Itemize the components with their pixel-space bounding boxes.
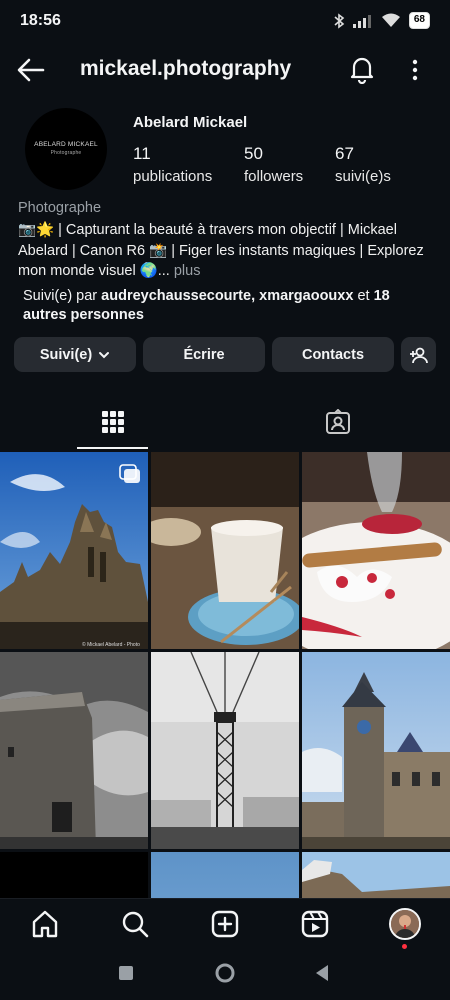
- stat-value: 50: [244, 144, 263, 163]
- message-button[interactable]: Écrire: [143, 337, 265, 372]
- following-button[interactable]: Suivi(e): [14, 337, 136, 372]
- post-image-tower: [0, 652, 148, 849]
- tab-tagged[interactable]: [225, 396, 450, 448]
- posts-grid: © Mickael Abelard - Photo: [0, 452, 450, 898]
- contacts-button[interactable]: Contacts: [272, 337, 394, 372]
- stat-value: 67: [335, 144, 354, 163]
- profile-avatar[interactable]: ABELARD MICKAEL Photographe: [25, 108, 107, 190]
- more-options-icon[interactable]: [405, 56, 425, 84]
- suggest-people-button[interactable]: [401, 337, 436, 372]
- recents-icon[interactable]: [118, 965, 134, 981]
- stat-label: publications: [133, 168, 213, 185]
- post-tile[interactable]: [0, 852, 148, 898]
- post-tile[interactable]: [151, 852, 299, 898]
- bluetooth-icon: [334, 12, 345, 29]
- stat-label: suivi(e)s: [335, 168, 391, 185]
- profile-bio: 📷🌟 | Capturant la beauté à travers mon o…: [18, 220, 428, 282]
- bio-text: 📷🌟 | Capturant la beauté à travers mon o…: [18, 222, 424, 279]
- post-image-latte: [151, 452, 299, 649]
- wifi-icon: [381, 13, 400, 27]
- profile-avatar[interactable]: [389, 908, 421, 940]
- home-button-icon[interactable]: [214, 962, 236, 984]
- signal-icon: [352, 14, 371, 28]
- post-image-bridge: [151, 652, 299, 849]
- stat-publications[interactable]: 11 publications: [133, 144, 212, 185]
- post-image-clock-tower: [302, 652, 450, 849]
- stat-label: followers: [244, 168, 304, 185]
- post-tile[interactable]: [151, 652, 299, 849]
- post-tile[interactable]: [302, 652, 450, 849]
- search-icon[interactable]: [120, 909, 150, 939]
- home-icon[interactable]: [30, 909, 60, 939]
- post-tile[interactable]: [302, 452, 450, 649]
- notification-bell-icon[interactable]: [347, 54, 377, 84]
- add-person-icon: [409, 347, 428, 363]
- stat-value: 11: [133, 144, 151, 163]
- back-button-icon[interactable]: [314, 964, 330, 982]
- svg-text:© Mickael Abelard - Photo: © Mickael Abelard - Photo: [82, 641, 140, 648]
- system-navigation-bar: [0, 950, 450, 1000]
- profile-username: mickael.photography: [80, 57, 292, 80]
- stat-following[interactable]: 67 suivi(e)s: [335, 144, 391, 185]
- profile-category: Photographe: [18, 200, 102, 216]
- post-tile[interactable]: [302, 852, 450, 898]
- tab-active-indicator: [77, 447, 148, 449]
- status-bar: 18:56 68: [0, 0, 450, 44]
- post-tile[interactable]: [151, 452, 299, 649]
- reels-icon[interactable]: [300, 909, 330, 939]
- status-icons: 68: [333, 12, 430, 29]
- bio-more-link[interactable]: plus: [170, 263, 201, 279]
- status-time: 18:56: [20, 12, 61, 29]
- battery-indicator: 68: [408, 12, 430, 29]
- post-image-cathedral: © Mickael Abelard - Photo: [0, 452, 148, 649]
- profile-tabs: [0, 396, 450, 450]
- tab-posts-grid[interactable]: [0, 396, 225, 448]
- stat-followers[interactable]: 50 followers: [244, 144, 303, 185]
- followed-by[interactable]: Suivi(e) par audreychaussecourte, xmarga…: [23, 287, 413, 325]
- avatar-logo: ABELARD MICKAEL Photographe: [34, 141, 98, 156]
- grid-icon: [101, 411, 124, 433]
- create-icon[interactable]: [210, 909, 240, 939]
- post-tile[interactable]: [0, 652, 148, 849]
- chevron-down-icon: [99, 351, 110, 358]
- post-tile[interactable]: © Mickael Abelard - Photo: [0, 452, 148, 649]
- top-bar: mickael.photography: [0, 44, 450, 96]
- back-arrow-icon[interactable]: [16, 56, 46, 84]
- bottom-nav: [0, 898, 450, 950]
- post-image-dessert: [302, 452, 450, 649]
- followed-by-names: audreychaussecourte, xmargaoouxx: [101, 288, 354, 304]
- notification-dot: [402, 944, 407, 949]
- tagged-icon: [325, 409, 350, 434]
- profile-full-name: Abelard Mickael: [133, 114, 248, 131]
